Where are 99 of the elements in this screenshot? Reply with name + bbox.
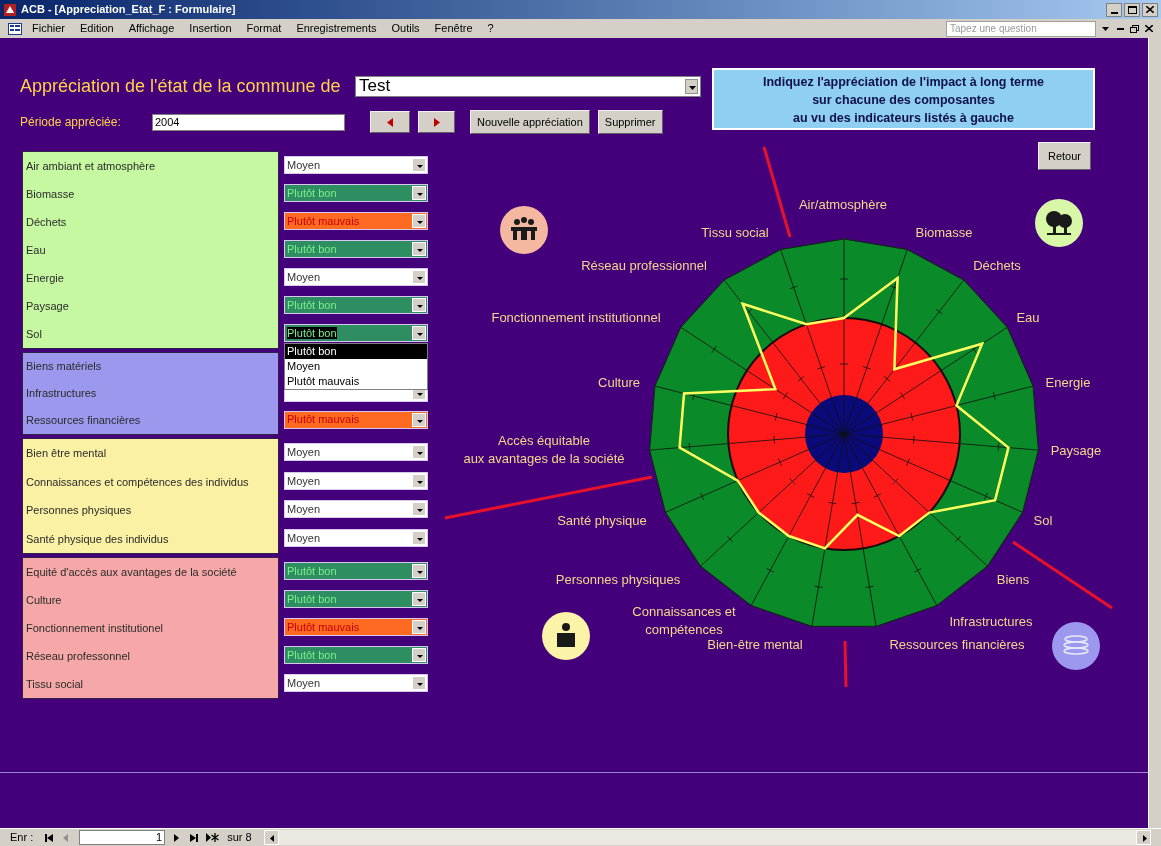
row-label: Déchets [26, 214, 67, 230]
first-icon [44, 833, 53, 842]
axis-label: Accès équitable aux avantages de la société [463, 432, 625, 468]
menu-item[interactable]: Enregistrements [296, 20, 377, 37]
dropdown-arrow-icon[interactable] [1102, 26, 1109, 31]
row-label: Biomasse [26, 186, 75, 202]
axis-label: Biens [996, 571, 1030, 589]
triangle-left-icon [63, 833, 69, 842]
row-label: Connaissances et compétences des individus [26, 474, 249, 490]
row-label: Personnes physiques [26, 503, 132, 518]
row-label: Réseau professonnel [26, 648, 130, 664]
record-label: Enr : [10, 830, 34, 846]
axis-label: Connaissances et compétences [632, 603, 736, 639]
row-label: Infrastructures [26, 386, 97, 402]
close-button[interactable] [1142, 2, 1158, 17]
minimize-icon [1110, 11, 1118, 14]
record-number-field[interactable]: 1 [79, 830, 166, 845]
axis-label: Personnes physiques [555, 571, 681, 589]
menu-item[interactable]: Affichage [128, 20, 175, 37]
dropdown-option[interactable]: Moyen [285, 359, 427, 374]
row-label: Tissu social [26, 676, 84, 692]
maximize-icon [1127, 5, 1137, 14]
row-label: Ressources financières [26, 413, 141, 429]
axis-label: Déchets [973, 257, 1021, 275]
minimize-icon[interactable] [1117, 27, 1124, 30]
triangle-right-icon [433, 117, 440, 127]
menu-item[interactable]: Fichier [32, 20, 65, 37]
row-label: Sol [26, 326, 42, 342]
form-icon [8, 22, 22, 35]
row-label: Culture [26, 592, 62, 608]
triangle-right-icon [174, 833, 180, 842]
people-icon [499, 205, 549, 255]
rating-dropdown[interactable]: Plutôt bon [284, 324, 428, 342]
last-icon [189, 833, 198, 842]
restore-icon[interactable] [1130, 24, 1139, 33]
close-icon[interactable] [1145, 25, 1153, 32]
coins-icon [1051, 621, 1101, 671]
next-button[interactable] [418, 111, 455, 133]
row-label: Paysage [26, 298, 69, 314]
action-button[interactable]: Supprimer [597, 110, 663, 134]
dropdown-option[interactable]: Plutôt bon [285, 344, 427, 359]
window-title: ACB - [Appreciation_Etat_F : Formulaire] [21, 2, 236, 18]
row-label: Energie [26, 270, 64, 286]
axis-label: Bien-être mental [707, 637, 803, 654]
row-label: Fonctionnement institutionel [26, 620, 163, 636]
menu-item[interactable]: Format [246, 20, 282, 37]
axis-label: Tissu social [701, 224, 769, 242]
dropdown-option[interactable]: Plutôt mauvais [285, 374, 427, 389]
return-button[interactable]: Retour [1038, 142, 1091, 170]
minimize-button[interactable] [1106, 2, 1122, 17]
rating-dropdown[interactable]: Moyen [284, 500, 428, 519]
rating-dropdown[interactable]: Moyen [284, 471, 428, 490]
row-label: Santé physique des individus [26, 531, 169, 547]
separator-line [843, 640, 848, 688]
horizontal-scrollbar[interactable] [263, 830, 1151, 845]
axis-label: Santé physique [557, 512, 647, 530]
triangle-left-icon [387, 117, 393, 127]
row-label: Air ambiant et atmosphère [26, 158, 155, 174]
person-icon [541, 611, 591, 661]
menu-item[interactable]: ? [487, 20, 494, 37]
menu-item[interactable]: Insertion [189, 20, 232, 37]
previous-button[interactable] [370, 111, 410, 133]
rating-dropdown[interactable]: Moyen [284, 528, 428, 547]
menu-item[interactable]: Edition [80, 20, 114, 37]
axis-label: Ressources financières [889, 636, 1025, 654]
trees-icon [1034, 198, 1084, 248]
question-field[interactable]: Tapez une question [946, 20, 1096, 37]
form-title: Appréciation de l'état de la commune de [20, 74, 342, 98]
axis-label: Air/atmosphère [798, 196, 888, 214]
row-label: Bien être mental [26, 446, 107, 461]
new-record-icon [205, 833, 219, 842]
period-label: Période appréciée: [20, 114, 122, 131]
row-label: Equité d'accès aux avantages de la société [26, 564, 237, 580]
axis-label: Biomasse [915, 224, 973, 242]
axis-label: Réseau professionnel [581, 257, 707, 275]
row-label: Biens matériels [26, 359, 102, 375]
rating-dropdown[interactable]: Moyen [284, 268, 428, 286]
app-icon [3, 2, 17, 17]
record-total: sur 8 [227, 830, 252, 846]
axis-label: Paysage [1050, 442, 1102, 460]
new-record-button[interactable] [203, 830, 222, 845]
rating-dropdown[interactable]: Moyen [284, 674, 428, 692]
close-icon [1146, 6, 1154, 13]
axis-label: Infrastructures [949, 613, 1033, 631]
axis-label: Culture [598, 374, 640, 392]
row-label: Eau [26, 242, 46, 258]
menu-item[interactable]: Fenêtre [434, 20, 473, 37]
rating-dropdown[interactable]: Moyen [284, 156, 428, 174]
action-button[interactable]: Nouvelle appréciation [470, 110, 590, 134]
axis-label: Sol [1033, 512, 1053, 530]
instruction-box: Indiquez l'appréciation de l'impact à long terme sur chacune des composantes au vu des indicateurs listés à gauche [712, 68, 1095, 130]
commune-combo[interactable]: Test [355, 75, 701, 97]
axis-label: Fonctionnement institutionnel [491, 309, 661, 327]
maximize-button[interactable] [1124, 2, 1140, 17]
period-field[interactable]: 2004 [152, 113, 345, 131]
menu-item[interactable]: Outils [391, 20, 420, 37]
axis-label: Eau [1016, 309, 1040, 327]
axis-label: Energie [1045, 374, 1091, 392]
rating-dropdown[interactable]: Moyen [284, 443, 428, 462]
